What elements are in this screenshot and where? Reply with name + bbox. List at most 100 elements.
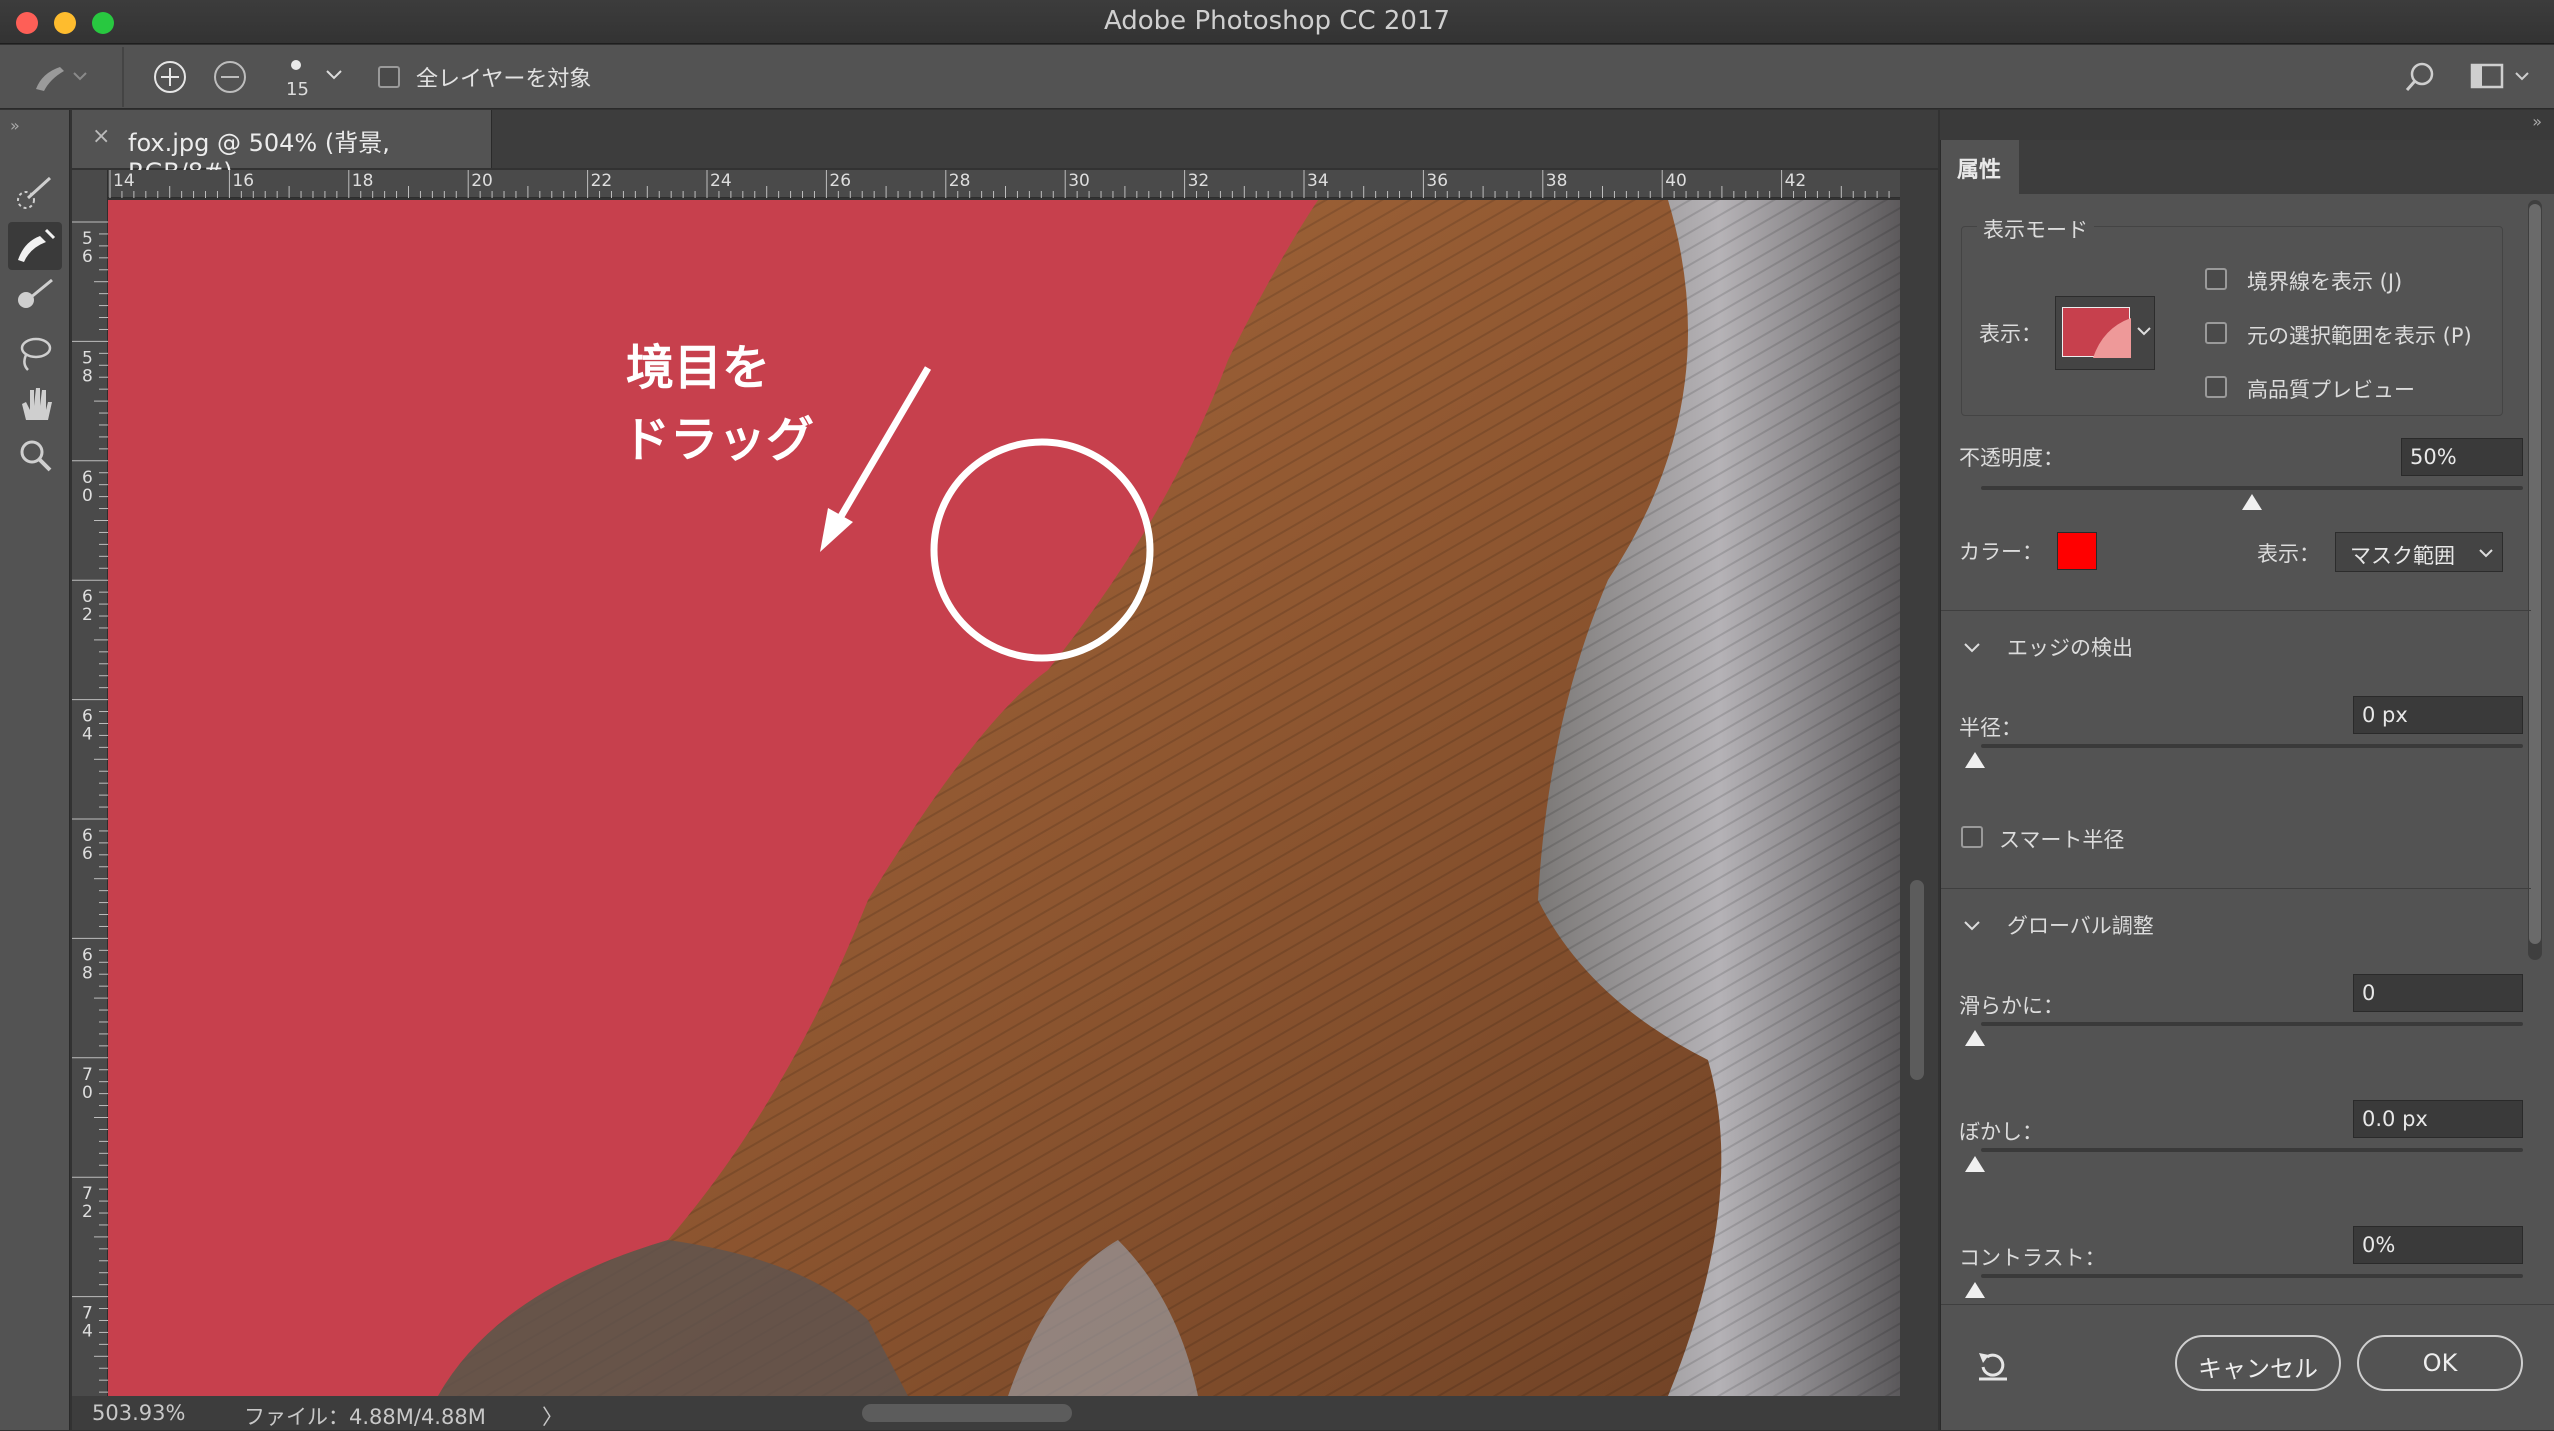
brush-dot-icon [291,60,301,70]
color-swatch[interactable] [2057,532,2097,570]
refine-brush-tool-preset[interactable] [30,59,90,95]
opacity-slider-thumb[interactable] [2242,494,2262,510]
collapse-toolbar-icon[interactable]: » [10,116,20,135]
ruler-label: 6 [82,844,93,864]
close-tab-icon[interactable]: × [92,124,110,149]
global-adjustments-title[interactable]: グローバル調整 [2007,910,2154,940]
color-label: カラー： [1959,540,2043,564]
refine-edge-brush-tool[interactable] [8,222,62,270]
color-display-label: 表示： [2257,542,2320,566]
smooth-slider-track[interactable] [1981,1022,2523,1026]
ruler-label: 30 [1068,171,1090,191]
view-mode-thumbnail [2062,307,2131,358]
lasso-tool[interactable] [8,328,62,376]
brush-icon [36,67,87,91]
brush-icon [18,278,53,308]
subtract-from-selection-button[interactable] [210,57,250,97]
view-mode-picker[interactable] [2055,296,2155,370]
workspace-icon [2470,63,2529,89]
ruler-label: 8 [82,963,93,983]
opacity-field[interactable]: 50% [2401,438,2523,476]
tab-properties[interactable]: 属性 [1941,140,2019,194]
vertical-scrollbar[interactable] [1900,170,1938,1396]
smart-radius-checkbox[interactable] [1961,826,1983,848]
radius-slider-track[interactable] [1981,744,2523,748]
feather-slider-thumb[interactable] [1965,1156,1985,1172]
ruler-label: 5 [82,229,93,249]
zoom-tool[interactable] [8,432,62,480]
panel-tab-bar: 属性 [1941,140,2554,194]
tools-panel: » [0,110,70,1430]
smooth-field[interactable]: 0 [2353,974,2523,1012]
title-bar: Adobe Photoshop CC 2017 [0,0,2554,44]
document-tab[interactable]: × fox.jpg @ 504% (背景, RGB/8#) [72,110,492,186]
smooth-slider-thumb[interactable] [1965,1030,1985,1046]
brush-options-dropdown[interactable] [322,63,346,87]
radius-slider-thumb[interactable] [1965,752,1985,768]
brush-size-picker[interactable]: 15 [280,51,320,105]
ruler-label: 0 [82,486,93,506]
contrast-slider-track[interactable] [1981,1274,2523,1278]
ruler-label: 8 [82,366,93,386]
hand-tool[interactable] [8,380,62,428]
add-to-selection-button[interactable] [150,57,190,97]
panel-scroll-thumb[interactable] [2529,204,2541,944]
quick-selection-icon [17,176,52,209]
show-original-checkbox[interactable] [2205,322,2227,344]
view-mode-title: 表示モード [1977,214,2094,244]
ruler-label: 7 [82,1304,93,1324]
quick-selection-tool[interactable] [8,170,62,218]
ruler-label: 6 [82,247,93,267]
ruler-label: 18 [352,171,374,191]
ruler-label: 16 [232,171,254,191]
app-title: Adobe Photoshop CC 2017 [1103,6,1451,36]
chevron-down-icon[interactable] [1961,914,1983,936]
divider [122,47,124,107]
ruler-label: 6 [82,587,93,607]
workspace-switcher[interactable] [2468,59,2538,95]
zoom-level[interactable]: 503.93% [92,1401,185,1425]
show-original-label: 元の選択範囲を表示 (P) [2247,324,2472,348]
opacity-slider-track[interactable] [1981,486,2523,490]
cancel-button[interactable]: キャンセル [2175,1335,2341,1391]
feather-field[interactable]: 0.0 px [2353,1100,2523,1138]
contrast-slider-thumb[interactable] [1965,1282,1985,1298]
ruler-label: 6 [82,826,93,846]
ruler-label: 6 [82,945,93,965]
ruler-label: 7 [82,1184,93,1204]
feather-slider-track[interactable] [1981,1148,2523,1152]
arrow-icon [829,366,932,532]
zoom-icon [20,440,52,472]
all-layers-label: 全レイヤーを対象 [416,67,592,92]
hand-icon [22,388,52,420]
all-layers-checkbox[interactable] [378,66,400,88]
brush-cursor-circle [930,438,1154,662]
display-select[interactable]: マスク範囲 [2335,532,2503,572]
brush-tool[interactable] [8,274,62,322]
ruler-label: 2 [82,605,93,625]
ruler-label: 34 [1307,171,1329,191]
canvas[interactable]: 境目を ドラッグ [108,200,1900,1396]
scroll-thumb[interactable] [1910,880,1924,1080]
divider [1941,610,2531,611]
chevron-down-icon[interactable] [1961,636,1983,658]
ruler-label: 0 [82,1083,93,1103]
collapse-panel-icon[interactable]: » [2532,112,2542,131]
refine-brush-icon [18,228,56,262]
contrast-label: コントラスト： [1959,1246,2106,1270]
radius-label: 半径： [1959,716,2022,740]
reset-icon[interactable] [1973,1345,2013,1385]
ruler-label: 32 [1188,171,1210,191]
show-edge-checkbox[interactable] [2205,268,2227,290]
contrast-field[interactable]: 0% [2353,1226,2523,1264]
properties-panel: 属性 表示モード 表示： 境界線を表示 (J) 元の選択範囲を表示 (P) 高品… [1940,140,2554,1430]
high-quality-preview-checkbox[interactable] [2205,376,2227,398]
status-menu-arrow[interactable]: 〉 [542,1401,563,1431]
edge-detection-title[interactable]: エッジの検出 [2007,632,2133,662]
chevron-down-icon [2479,549,2493,558]
horizontal-scroll-thumb[interactable] [862,1404,1072,1422]
radius-field[interactable]: 0 px [2353,696,2523,734]
ok-button[interactable]: OK [2357,1335,2523,1391]
search-button[interactable] [2400,59,2440,95]
panel-scrollbar[interactable] [2528,200,2542,960]
